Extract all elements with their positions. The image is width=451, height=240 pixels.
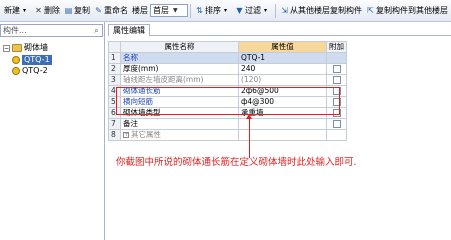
property-name-header: 属性名称 [120,41,239,53]
sort-button[interactable]: ⇅ 排序 ▾ [193,2,233,20]
additional-checkbox[interactable] [332,120,341,128]
property-name: 轴线距左墙皮距离(mm) [120,74,239,86]
chevron-down-icon: ▼ [173,7,178,14]
property-name: 厚度(mm) [120,63,239,75]
property-value[interactable] [238,118,327,130]
row-number: 1 [108,52,121,64]
row-number: 3 [108,74,121,86]
floor-select[interactable]: 首层 ▼ [150,4,188,17]
delete-button[interactable]: ✕ 删除 [32,2,62,20]
expand-icon[interactable]: + [123,132,129,138]
dropdown-arrow-icon: ▾ [22,7,26,14]
toolbar-divider [275,3,276,18]
property-value[interactable]: QTQ-1 [238,52,327,64]
row-number-header [108,41,121,53]
property-group: + 其它属性 [120,129,239,141]
copy-to-other-floors-label: 复制构件到其他楼层 [376,6,448,15]
new-button[interactable]: 新建 ▾ [2,2,32,20]
property-value [238,129,327,141]
tree-category-label: 砌体墙 [24,43,48,52]
dropdown-arrow-icon: ▾ [263,7,267,14]
tree-item-qtq-2[interactable]: QTQ-2 [12,66,48,76]
copy-button-label: 复制 [74,6,90,15]
rename-button[interactable]: ✎ 重命名 [92,2,130,20]
dropdown-arrow-icon: ▾ [223,7,227,14]
property-value-header: 属性值 [238,41,327,53]
property-name: 名称 [120,52,239,64]
row-number: 2 [108,63,121,75]
delete-icon: ✕ [35,6,42,15]
toolbar: 新建 ▾ ✕ 删除 ▤ 复制 ✎ 重命名 楼层 首层 ▼ ⇅ 排序 ▾ ▼ 过滤… [0,0,451,22]
search-placeholder: 构件... [3,26,27,35]
additional-checkbox[interactable] [332,65,341,73]
additional-cell [326,129,347,141]
copy-from-other-floors-label: 从其他楼层复制构件 [290,6,362,15]
filter-button-label: 过滤 [245,6,261,15]
toolbar-divider [190,3,191,18]
tree-item-label: QTQ-2 [22,66,48,75]
filter-icon: ▼ [236,6,243,15]
floor-label-text: 楼层 [132,6,148,15]
row-number: 8 [108,129,121,141]
table-row[interactable]: 7 备注 [108,118,347,130]
row-number: 7 [108,118,121,130]
copy-to-floors-icon: ⇱ [367,6,374,15]
property-grid-header: 属性名称 属性值 附加 [108,41,347,53]
wall-component-icon [12,56,20,64]
property-group-label: 其它属性 [131,130,161,140]
sort-button-label: 排序 [205,6,221,15]
table-row[interactable]: 1 名称 QTQ-1 [108,52,347,64]
table-row[interactable]: 3 轴线距左墙皮距离(mm) (120) [108,74,347,86]
tab-label: 属性编辑 [113,26,145,35]
delete-button-label: 删除 [44,6,60,15]
table-row-group[interactable]: 8 + 其它属性 [108,129,347,141]
property-name: 备注 [120,118,239,130]
additional-cell [326,52,347,64]
rename-button-label: 重命名 [104,6,128,15]
property-tabbar: 属性编辑 [108,24,451,36]
folder-icon [12,44,22,52]
component-tree-panel: 构件... ⌕ − 砌体墙 QTQ-1 QTQ-2 [0,22,105,240]
property-value[interactable]: 240 [238,63,327,75]
tab-property-edit[interactable]: 属性编辑 [108,24,150,36]
rename-icon: ✎ [95,6,102,15]
component-search-input[interactable]: 构件... ⌕ [0,24,103,37]
additional-cell [326,63,347,75]
filter-button[interactable]: ▼ 过滤 ▾ [233,2,273,20]
new-button-label: 新建 [4,6,20,15]
copy-button[interactable]: ▤ 复制 [62,2,92,20]
tree-item-qtq-1[interactable]: QTQ-1 [12,55,52,65]
highlight-box [116,87,340,115]
additional-header: 附加 [326,41,347,53]
annotation-note: 你截图中所说的砌体通长筋在定义砌体墙时此处输入即可. [116,157,357,168]
additional-checkbox[interactable] [332,76,341,84]
floor-label: 楼层 [130,2,150,20]
floor-select-value: 首层 [153,6,169,15]
annotation-arrow-line [249,118,250,158]
tree-category-masonry-wall[interactable]: − 砌体墙 [3,43,48,53]
tree-item-label: QTQ-1 [22,55,52,65]
search-icon[interactable]: ⌕ [91,25,102,36]
property-value[interactable]: (120) [238,74,327,86]
copy-to-other-floors-button[interactable]: ⇱ 复制构件到其他楼层 [364,2,450,20]
copy-icon: ▤ [64,6,73,15]
table-row[interactable]: 2 厚度(mm) 240 [108,63,347,75]
sort-icon: ⇅ [196,6,203,15]
collapse-icon[interactable]: − [3,44,10,52]
additional-cell [326,74,347,86]
wall-component-icon [12,67,20,75]
copy-from-floors-icon: ⇲ [281,6,288,15]
additional-cell [326,118,347,130]
copy-from-other-floors-button[interactable]: ⇲ 从其他楼层复制构件 [278,2,364,20]
